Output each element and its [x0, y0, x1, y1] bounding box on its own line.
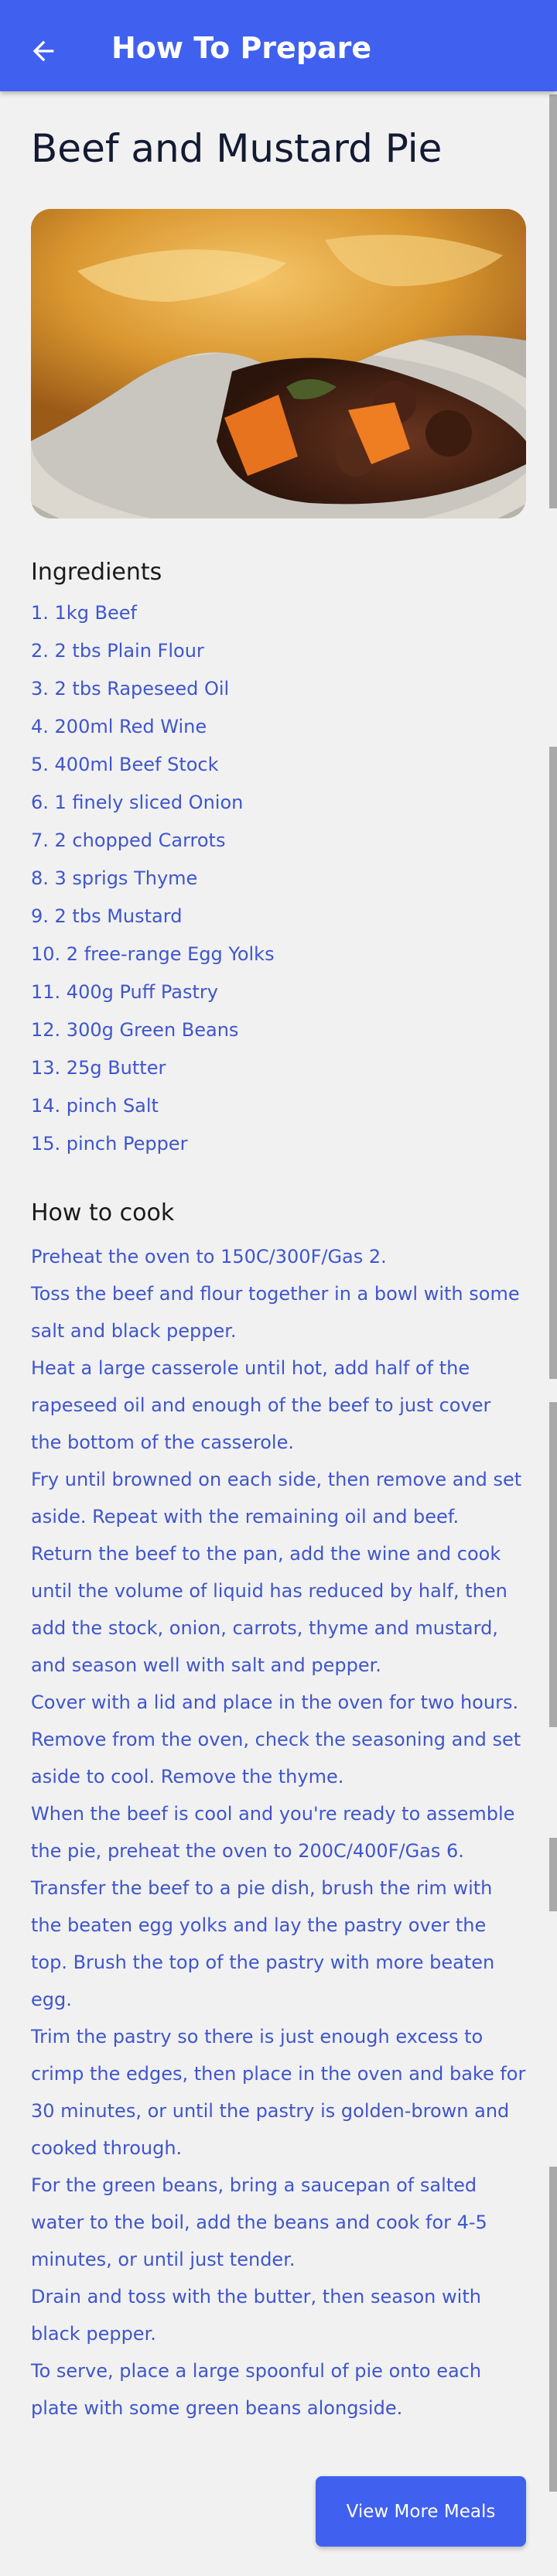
ingredient-item: 8. 3 sprigs Thyme	[31, 867, 198, 889]
instructions-list: Preheat the oven to 150C/300F/Gas 2. Tos…	[31, 1238, 526, 2427]
instruction-step: Trim the pastry so there is just enough …	[31, 2026, 526, 2159]
ingredient-item: 10. 2 free-range Egg Yolks	[31, 943, 275, 965]
instruction-step: Cover with a lid and place in the oven f…	[31, 1692, 519, 1713]
instruction-step: Remove from the oven, check the seasonin…	[31, 1729, 521, 1787]
view-more-meals-button[interactable]: View More Meals	[316, 2476, 526, 2547]
ingredient-item: 13. 25g Butter	[31, 1057, 166, 1079]
instruction-step: Heat a large casserole until hot, add ha…	[31, 1357, 491, 1453]
instructions-heading: How to cook	[31, 1199, 175, 1226]
ingredient-item: 14. pinch Salt	[31, 1095, 159, 1117]
ingredient-item: 1. 1kg Beef	[31, 602, 138, 624]
recipe-content: Beef and Mustard Pie Ingredients 1. 1kg …	[31, 124, 526, 2427]
instruction-step: Preheat the oven to 150C/300F/Gas 2.	[31, 1246, 387, 1267]
ingredient-item: 11. 400g Puff Pastry	[31, 981, 218, 1003]
ingredient-item: 15. pinch Pepper	[31, 1133, 188, 1155]
scrollbar-segment	[549, 1838, 557, 1911]
instructions-section: How to cook Preheat the oven to 150C/300…	[31, 1198, 526, 2427]
ingredients-section: Ingredients 1. 1kg Beef 2. 2 tbs Plain F…	[31, 557, 526, 1163]
ingredient-item: 12. 300g Green Beans	[31, 1019, 239, 1041]
ingredient-item: 7. 2 chopped Carrots	[31, 830, 226, 851]
instruction-step: Toss the beef and flour together in a bo…	[31, 1283, 520, 1342]
app-bar-title: How To Prepare	[111, 31, 372, 65]
instruction-step: When the beef is cool and you're ready t…	[31, 1803, 515, 1862]
app-bar: How To Prepare	[0, 0, 557, 91]
ingredient-item: 5. 400ml Beef Stock	[31, 754, 219, 775]
ingredient-item: 4. 200ml Red Wine	[31, 716, 207, 737]
beef-pie-photo	[31, 209, 526, 518]
scrollbar-segment	[549, 747, 557, 1064]
ingredient-item: 2. 2 tbs Plain Flour	[31, 640, 204, 662]
ingredient-item: 6. 1 finely sliced Onion	[31, 792, 244, 813]
scrollbar-segment	[549, 2167, 557, 2492]
arrow-left-icon	[32, 40, 54, 62]
back-button[interactable]	[23, 31, 63, 71]
recipe-title: Beef and Mustard Pie	[31, 126, 443, 171]
recipe-image	[31, 209, 526, 518]
instruction-step: Fry until browned on each side, then rem…	[31, 1469, 522, 1527]
scrollbar-segment	[549, 1060, 557, 1379]
instruction-step: Return the beef to the pan, add the wine…	[31, 1543, 507, 1676]
instruction-step: Transfer the beef to a pie dish, brush t…	[31, 1877, 495, 2010]
ingredient-item: 9. 2 tbs Mustard	[31, 905, 183, 927]
instruction-step: Drain and toss with the butter, then sea…	[31, 2286, 481, 2345]
scrollbar-segment	[549, 1402, 557, 1727]
ingredients-heading: Ingredients	[31, 559, 162, 586]
ingredients-list: 1. 1kg Beef 2. 2 tbs Plain Flour 3. 2 tb…	[31, 594, 526, 1163]
scrollbar[interactable]	[549, 94, 557, 508]
instruction-step: For the green beans, bring a saucepan of…	[31, 2174, 487, 2270]
ingredient-item: 3. 2 tbs Rapeseed Oil	[31, 678, 230, 700]
instruction-step: To serve, place a large spoonful of pie …	[31, 2360, 482, 2419]
